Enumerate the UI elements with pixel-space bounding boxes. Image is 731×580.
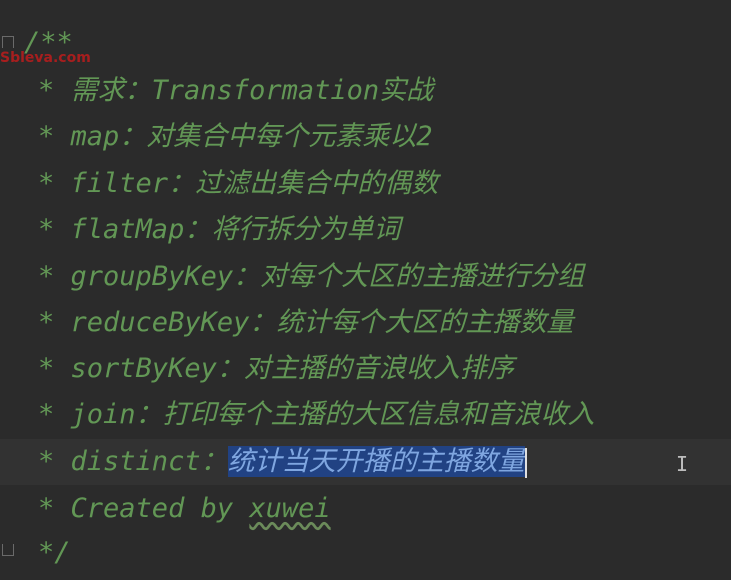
comment-star: * <box>38 75 55 106</box>
comment-text: 需求：Transformation实战 <box>70 75 434 106</box>
comment-close: */ <box>38 537 71 568</box>
comment-text: reduceByKey：统计每个大区的主播数量 <box>70 307 574 338</box>
comment-star: * <box>38 168 55 199</box>
selected-text[interactable]: 统计当天开播的主播数量 <box>227 446 525 477</box>
code-line[interactable]: * flatMap：将行拆分为单词 <box>38 207 731 253</box>
code-line[interactable]: * groupByKey：对每个大区的主播进行分组 <box>38 254 731 300</box>
comment-open-line[interactable]: /** <box>24 20 731 66</box>
comment-text: sortByKey：对主播的音浪收入排序 <box>70 353 514 384</box>
current-code-line[interactable]: * distinct：统计当天开播的主播数量 <box>0 439 731 485</box>
comment-text: Created by <box>70 493 234 524</box>
comment-star: * <box>38 121 55 152</box>
comment-star: * <box>38 353 55 384</box>
code-line[interactable]: * filter：过滤出集合中的偶数 <box>38 161 731 207</box>
comment-star: * <box>38 399 55 430</box>
author-name: xuwei <box>249 493 331 524</box>
comment-close-line[interactable]: */ <box>38 530 731 576</box>
comment-label: distinct： <box>70 446 228 477</box>
comment-text: filter：过滤出集合中的偶数 <box>70 168 439 199</box>
fold-open-icon[interactable] <box>2 36 14 48</box>
mouse-ibeam-cursor: I <box>676 452 689 476</box>
comment-star: * <box>38 261 55 292</box>
comment-text: join：打印每个主播的大区信息和音浪收入 <box>70 399 595 430</box>
fold-close-icon[interactable] <box>2 544 14 556</box>
comment-star: * <box>38 307 55 338</box>
comment-star: * <box>38 493 55 524</box>
code-line[interactable]: * Created by xuwei <box>38 486 731 532</box>
comment-star: * <box>38 446 55 477</box>
code-line[interactable]: * 需求：Transformation实战 <box>38 68 731 114</box>
comment-text: map：对集合中每个元素乘以2 <box>70 121 433 152</box>
editor-gutter <box>0 0 22 580</box>
comment-text: flatMap：将行拆分为单词 <box>70 214 401 245</box>
code-editor[interactable]: Sbleva.com /** * 需求：Transformation实战 * m… <box>0 0 731 580</box>
comment-open: /** <box>24 27 73 58</box>
code-line[interactable]: * reduceByKey：统计每个大区的主播数量 <box>38 300 731 346</box>
comment-text: groupByKey：对每个大区的主播进行分组 <box>70 261 585 292</box>
text-caret <box>524 447 527 478</box>
code-line[interactable]: * sortByKey：对主播的音浪收入排序 <box>38 346 731 392</box>
code-line[interactable]: * map：对集合中每个元素乘以2 <box>38 114 731 160</box>
comment-star: * <box>38 214 55 245</box>
code-line[interactable]: * join：打印每个主播的大区信息和音浪收入 <box>38 392 731 438</box>
